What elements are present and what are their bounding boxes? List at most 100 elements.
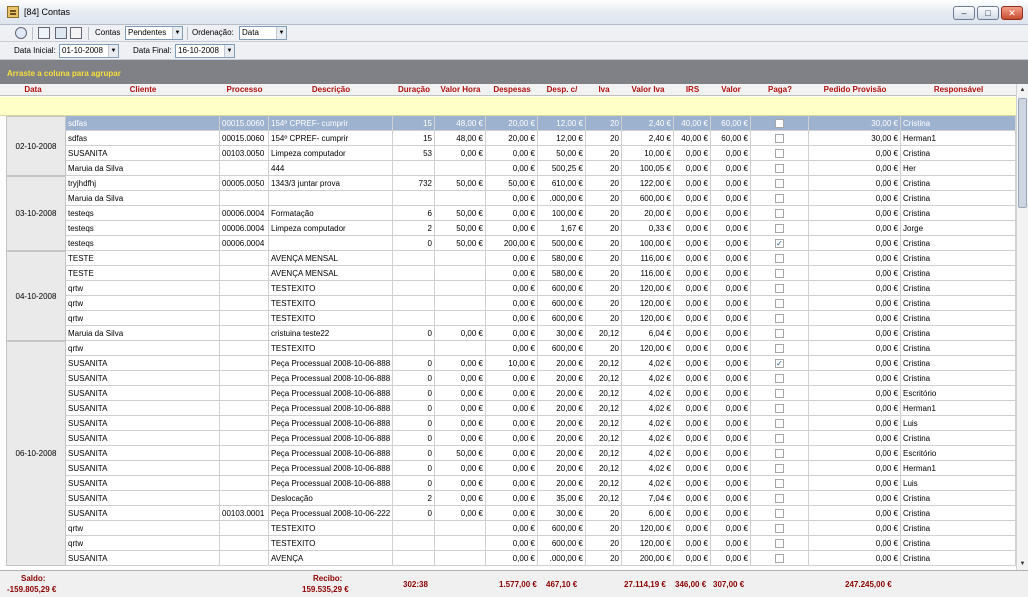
table-row[interactable]: Maruia da Silva 444 0,00 €500,25 €20 100,05… — [66, 161, 1016, 176]
checkbox[interactable] — [775, 254, 784, 263]
checkbox[interactable] — [775, 464, 784, 473]
table-row[interactable]: SUSANITA Peça Processual 2008-10-06-888 0 0… — [66, 386, 1016, 401]
checkbox[interactable] — [775, 389, 784, 398]
checkbox[interactable] — [775, 119, 784, 128]
table-row[interactable]: SUSANITA Peça Processual 2008-10-06-888 0 0… — [66, 401, 1016, 416]
table-row[interactable]: SUSANITA 00103.0050 Limpeza computador 53 0,… — [66, 146, 1016, 161]
table-row[interactable]: sdfas 00015.0060 154º CPREF- cumprir 15 48,0… — [66, 131, 1016, 146]
column-header[interactable]: IRS — [674, 84, 711, 96]
column-header[interactable]: Descrição — [269, 84, 393, 96]
print-icon[interactable] — [70, 27, 82, 39]
cell-descricao: 154º CPREF- cumprir — [269, 116, 393, 131]
column-header[interactable]: Duração — [393, 84, 435, 96]
table-row[interactable]: testeqs 00006.0004 Formatação 6 50,00 €0,00 … — [66, 206, 1016, 221]
group-date-cell[interactable]: 06-10-2008 — [6, 341, 66, 566]
table-row[interactable]: SUSANITA Deslocação 2 0,00 €0,00 €35,00 €20… — [66, 491, 1016, 506]
column-header[interactable]: Processo — [220, 84, 269, 96]
checkbox-checked[interactable]: ✓ — [775, 359, 784, 368]
table-row[interactable]: SUSANITA 00103.0001 Peça Processual 2008-1… — [66, 506, 1016, 521]
column-header[interactable]: Data — [0, 84, 66, 96]
group-date-cell[interactable]: 02-10-2008 — [6, 116, 66, 176]
table-row[interactable]: SUSANITA Peça Processual 2008-10-06-888 0 0… — [66, 431, 1016, 446]
table-row[interactable]: qrtw TESTEXITO 0,00 €600,00 €20 120,00 €0,0… — [66, 536, 1016, 551]
grid-icon[interactable] — [38, 27, 50, 39]
table-row[interactable]: SUSANITA Peça Processual 2008-10-06-888 0 5… — [66, 446, 1016, 461]
checkbox[interactable] — [775, 299, 784, 308]
table-row[interactable]: qrtw TESTEXITO 0,00 €600,00 €20 120,00 €0,0… — [66, 521, 1016, 536]
checkbox[interactable] — [775, 329, 784, 338]
column-header[interactable]: Valor Iva — [622, 84, 674, 96]
table-row[interactable]: Maruia da Silva cristuina teste22 0 0,00 €0… — [66, 326, 1016, 341]
column-header[interactable]: Despesas — [486, 84, 538, 96]
checkbox[interactable] — [775, 179, 784, 188]
checkbox[interactable] — [775, 419, 784, 428]
scroll-down-icon[interactable]: ▼ — [1017, 558, 1028, 570]
table-row[interactable]: SUSANITA Peça Processual 2008-10-06-888 0 0… — [66, 356, 1016, 371]
table-row[interactable]: testeqs 00006.0004 Limpeza computador 2 50,0… — [66, 221, 1016, 236]
table-row[interactable]: Maruia da Silva 0,00 € .000,00 €20 600,00 €… — [66, 191, 1016, 206]
column-header[interactable]: Desp. c/ — [538, 84, 586, 96]
checkbox[interactable] — [775, 434, 784, 443]
cell-duracao — [393, 296, 435, 311]
checkbox[interactable] — [775, 479, 784, 488]
table-row[interactable]: SUSANITA AVENÇA 0,00 € .000,00 €20 200,00 €0… — [66, 551, 1016, 566]
checkbox[interactable] — [775, 284, 784, 293]
checkbox[interactable] — [775, 224, 784, 233]
table-row[interactable]: qrtw TESTEXITO 0,00 €600,00 €20 120,00 €0,0… — [66, 296, 1016, 311]
checkbox[interactable] — [775, 344, 784, 353]
group-date-cell[interactable]: 03-10-2008 — [6, 176, 66, 251]
checkbox[interactable] — [775, 209, 784, 218]
checkbox[interactable] — [775, 404, 784, 413]
scroll-thumb[interactable] — [1018, 98, 1027, 208]
table-row[interactable]: SUSANITA Peça Processual 2008-10-06-888 0 0… — [66, 416, 1016, 431]
table-row[interactable]: SUSANITA Peça Processual 2008-10-06-888 0 0… — [66, 461, 1016, 476]
column-header[interactable]: Cliente — [66, 84, 220, 96]
column-header[interactable]: Valor — [711, 84, 751, 96]
table-row[interactable]: TESTE AVENÇA MENSAL 0,00 €580,00 €20 116,00… — [66, 266, 1016, 281]
data-inicial-picker[interactable]: 01-10-2008 ▼ — [59, 44, 119, 58]
search-icon[interactable] — [55, 27, 67, 39]
checkbox[interactable] — [775, 134, 784, 143]
checkbox[interactable] — [775, 524, 784, 533]
cell-despesas: 10,00 € — [486, 356, 538, 371]
column-header[interactable]: Paga? — [751, 84, 809, 96]
checkbox-checked[interactable]: ✓ — [775, 239, 784, 248]
table-row[interactable]: qrtw TESTEXITO 0,00 €600,00 €20 120,00 €0,0… — [66, 281, 1016, 296]
checkbox[interactable] — [775, 194, 784, 203]
table-row[interactable]: SUSANITA Peça Processual 2008-10-06-888 0 0… — [66, 476, 1016, 491]
close-button[interactable]: ✕ — [1001, 6, 1023, 20]
checkbox[interactable] — [775, 149, 784, 158]
table-row[interactable]: testeqs 00006.0004 0 50,00 €200,00 €500,00 … — [66, 236, 1016, 251]
ordenacao-select[interactable]: Data ▼ — [239, 26, 287, 40]
checkbox[interactable] — [775, 539, 784, 548]
table-row[interactable]: TESTE AVENÇA MENSAL 0,00 €580,00 €20 116,00… — [66, 251, 1016, 266]
vertical-scrollbar[interactable]: ▲ ▼ — [1016, 84, 1028, 570]
contas-select[interactable]: Pendentes ▼ — [125, 26, 183, 40]
checkbox[interactable] — [775, 449, 784, 458]
checkbox[interactable] — [775, 164, 784, 173]
checkbox[interactable] — [775, 554, 784, 563]
table-row[interactable]: SUSANITA Peça Processual 2008-10-06-888 0 0… — [66, 371, 1016, 386]
table-row[interactable]: sdfas 00015.0060 154º CPREF- cumprir 15 48,0… — [66, 116, 1016, 131]
checkbox[interactable] — [775, 314, 784, 323]
refresh-icon[interactable] — [15, 27, 27, 39]
minimize-button[interactable]: – — [953, 6, 975, 20]
column-header[interactable]: Responsável — [901, 84, 1016, 96]
filter-row[interactable] — [0, 97, 1016, 116]
checkbox[interactable] — [775, 494, 784, 503]
data-final-picker[interactable]: 16-10-2008 ▼ — [175, 44, 235, 58]
column-header[interactable]: Iva — [586, 84, 622, 96]
table-row[interactable]: qrtw TESTEXITO 0,00 €600,00 €20 120,00 €0,0… — [66, 311, 1016, 326]
column-header[interactable]: Pedido Provisão — [809, 84, 901, 96]
maximize-button[interactable]: □ — [977, 6, 999, 20]
scroll-up-icon[interactable]: ▲ — [1017, 84, 1028, 96]
table-row[interactable]: tryjhdfhj 00005.0050 1343/3 juntar prova 73… — [66, 176, 1016, 191]
cell-responsavel: Cristina — [901, 176, 1016, 191]
checkbox[interactable] — [775, 269, 784, 278]
column-header[interactable]: Valor Hora — [435, 84, 486, 96]
checkbox[interactable] — [775, 509, 784, 518]
checkbox[interactable] — [775, 374, 784, 383]
group-by-panel[interactable]: Arraste a coluna para agrupar — [0, 60, 1028, 84]
table-row[interactable]: qrtw TESTEXITO 0,00 €600,00 €20 120,00 €0,0… — [66, 341, 1016, 356]
group-date-cell[interactable]: 04-10-2008 — [6, 251, 66, 341]
